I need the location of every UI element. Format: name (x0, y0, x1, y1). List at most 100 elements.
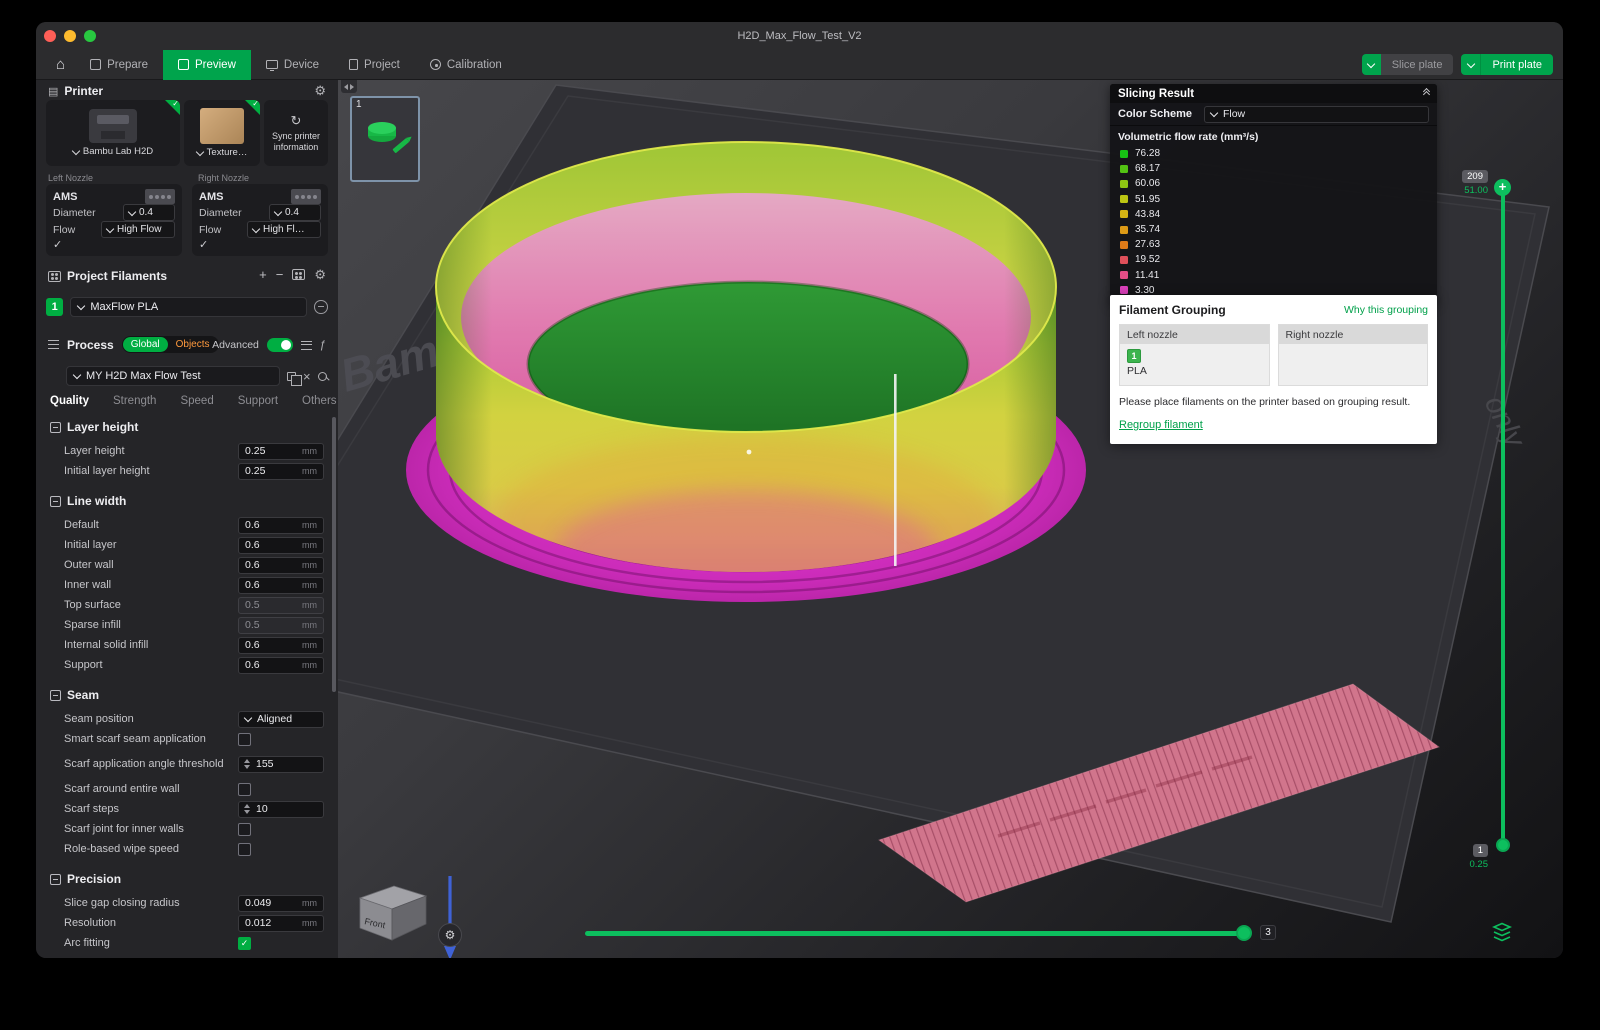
plate-type-label: Texture… (207, 147, 248, 158)
support-line-width-input[interactable]: 0.6mm (238, 657, 324, 674)
seam-position-select[interactable]: Aligned (238, 711, 324, 728)
plate-dropdown-icon[interactable] (195, 147, 203, 155)
layer-slider-top-handle[interactable]: + (1494, 179, 1511, 196)
slice-dropdown-icon[interactable] (1362, 54, 1381, 75)
ams-mapping-icon[interactable] (292, 269, 305, 280)
scarf-entire-wall-checkbox[interactable] (238, 783, 251, 796)
maximize-button[interactable] (84, 30, 96, 42)
print-plate-button[interactable]: Print plate (1461, 54, 1553, 75)
inner-wall-line-width-input[interactable]: 0.6mm (238, 577, 324, 594)
tab-support[interactable]: Support (238, 395, 278, 407)
move-slider-badge: 3 (1260, 925, 1276, 940)
filament-settings-gear-icon[interactable]: ⚙ (314, 268, 326, 281)
search-icon[interactable] (318, 372, 327, 381)
print-dropdown-icon[interactable] (1461, 54, 1480, 75)
filament-select[interactable]: MaxFlow PLA (70, 297, 307, 317)
left-nozzle-card: AMS Diameter 0.4 Flow High Flow ✓ (46, 184, 182, 256)
formula-icon[interactable]: ƒ (320, 340, 326, 351)
advanced-toggle[interactable] (267, 338, 293, 352)
model-cylinder[interactable] (406, 130, 1086, 610)
initial-layer-height-input[interactable]: 0.25mm (238, 463, 324, 480)
preset-row: MY H2D Max Flow Test × (66, 366, 327, 386)
filament-sync-icon[interactable] (314, 300, 328, 314)
setting-row: Resolution 0.012mm (50, 913, 324, 933)
layer-height-input[interactable]: 0.25mm (238, 443, 324, 460)
tab-preview-label: Preview (195, 59, 236, 71)
tab-calibration[interactable]: Calibration (415, 50, 517, 80)
home-icon[interactable]: ⌂ (46, 51, 75, 79)
ams-image (145, 189, 175, 204)
tab-strength[interactable]: Strength (113, 395, 156, 407)
tab-device[interactable]: Device (251, 50, 334, 80)
add-filament-button[interactable]: + (259, 268, 267, 281)
printer-dropdown-icon[interactable] (72, 146, 80, 154)
origin-marker (747, 450, 752, 455)
tab-prepare[interactable]: Prepare (75, 50, 163, 80)
view-settings-gear-button[interactable]: ⚙ (438, 923, 462, 947)
initial-layer-line-width-input[interactable]: 0.6mm (238, 537, 324, 554)
minimize-button[interactable] (64, 30, 76, 42)
param-list-icon[interactable] (301, 341, 312, 350)
printer-settings-gear-icon[interactable]: ⚙ (314, 84, 326, 97)
move-slider-track[interactable] (585, 931, 1245, 936)
arc-fitting-checkbox[interactable]: ✓ (238, 937, 251, 950)
filament-slot-chip[interactable]: 1 (46, 298, 63, 316)
collapse-icon[interactable] (1424, 91, 1429, 97)
outer-wall-line-width-input[interactable]: 0.6mm (238, 557, 324, 574)
color-scheme-select[interactable]: Flow (1204, 106, 1429, 123)
left-flow-select[interactable]: High Flow (101, 221, 175, 238)
tab-project[interactable]: Project (334, 50, 415, 80)
top-surface-line-width-input[interactable]: 0.5mm (238, 597, 324, 614)
legend-row: 76.28 (1110, 146, 1437, 161)
printer-card[interactable]: Bambu Lab H2D ✓ (46, 100, 180, 166)
viewport-3d[interactable]: Bambu only (338, 80, 1563, 958)
slice-gap-closing-radius-input[interactable]: 0.049mm (238, 895, 324, 912)
sync-printer-button[interactable]: ↻ Sync printer information (264, 100, 328, 166)
setting-row: Scarf application angle threshold 155 (50, 749, 324, 779)
scarf-inner-walls-checkbox[interactable] (238, 823, 251, 836)
setting-row: Seam position Aligned (50, 709, 324, 729)
ams-label: AMS (53, 191, 77, 203)
printer-icon: ▤ (48, 85, 58, 98)
scarf-angle-threshold-spinner[interactable]: 155 (238, 756, 324, 773)
default-line-width-input[interactable]: 0.6mm (238, 517, 324, 534)
scope-global[interactable]: Global (123, 337, 168, 352)
layers-icon[interactable] (1492, 922, 1512, 942)
smart-scarf-seam-checkbox[interactable] (238, 733, 251, 746)
move-slider-handle[interactable] (1236, 925, 1252, 941)
layer-slider-bottom-handle[interactable] (1496, 838, 1510, 852)
resolution-input[interactable]: 0.012mm (238, 915, 324, 932)
process-scope-switch[interactable]: Global Objects (122, 336, 219, 353)
sidebar-scrollbar[interactable] (332, 417, 336, 692)
tab-preview[interactable]: Preview (163, 50, 251, 80)
printer-image (89, 109, 137, 143)
layer-slider-track[interactable] (1501, 187, 1505, 847)
flow-value: High Flow (117, 224, 161, 235)
nav-cube[interactable]: Front (360, 886, 426, 940)
why-this-grouping-link[interactable]: Why this grouping (1344, 304, 1428, 316)
plate-thumbnail[interactable]: 1 (350, 96, 420, 182)
left-diameter-select[interactable]: 0.4 (123, 204, 175, 221)
scope-objects[interactable]: Objects (168, 339, 218, 350)
right-diameter-select[interactable]: 0.4 (269, 204, 321, 221)
tab-speed[interactable]: Speed (180, 395, 213, 407)
setting-row: Scarf joint for inner walls (50, 819, 324, 839)
internal-solid-infill-line-width-input[interactable]: 0.6mm (238, 637, 324, 654)
plate-type-card[interactable]: Texture… ✓ (184, 100, 260, 166)
regroup-filament-link[interactable]: Regroup filament (1119, 419, 1203, 431)
right-flow-select[interactable]: High Fl… (247, 221, 321, 238)
close-button[interactable] (44, 30, 56, 42)
slice-plate-button[interactable]: Slice plate (1362, 54, 1454, 75)
preset-select[interactable]: MY H2D Max Flow Test (66, 366, 280, 386)
scarf-steps-spinner[interactable]: 10 (238, 801, 324, 818)
ams-image (291, 189, 321, 204)
sparse-infill-line-width-input[interactable]: 0.5mm (238, 617, 324, 634)
role-based-wipe-speed-checkbox[interactable] (238, 843, 251, 856)
slicing-result-header[interactable]: Slicing Result (1110, 84, 1437, 103)
sidebar-collapse-toggle[interactable] (341, 80, 357, 93)
tab-others[interactable]: Others (302, 395, 337, 407)
tab-quality[interactable]: Quality (50, 395, 89, 407)
clear-preset-icon[interactable]: × (303, 370, 311, 383)
remove-filament-button[interactable]: − (276, 268, 284, 281)
save-preset-icon[interactable] (287, 372, 296, 381)
